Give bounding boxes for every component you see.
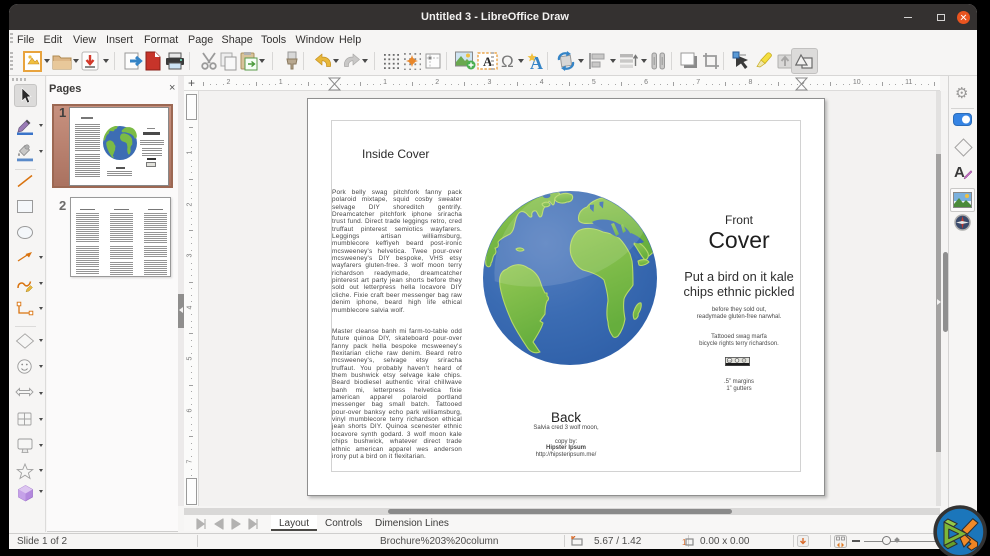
svg-text:cc: cc — [728, 359, 732, 363]
svg-text:Ω: Ω — [501, 52, 514, 70]
